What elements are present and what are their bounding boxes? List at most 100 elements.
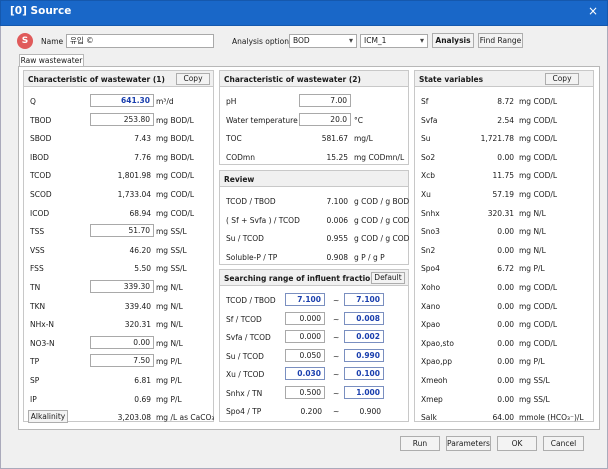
unit-label: mg SS/L [519,376,550,385]
model-value: ICM_1 [364,36,387,45]
value-input[interactable]: 51.70 [90,224,154,238]
row-label: SCOD [30,190,52,199]
value-input[interactable]: 253.80 [90,112,154,126]
unit-label: mg BOD/L [156,152,194,162]
range-max-input[interactable]: 0.008 [344,311,384,325]
characteristic-2-group: Characteristic of wastewater (2) pH 7.00 W… [219,70,409,165]
find-range-button[interactable]: Find Range [478,33,523,48]
range-min-input[interactable]: 0.030 [285,367,325,380]
row-label: Xpao,sto [421,338,454,348]
unit-label: mg SS/L [156,264,187,274]
value-input[interactable]: 641.30 [90,94,154,107]
value-input[interactable]: 20.0 [299,112,351,126]
row-label: Xmep [421,394,443,404]
value-text: 2.54 [497,115,514,125]
unit-label: mg COD/L [156,208,195,218]
value-input[interactable]: 339.30 [90,280,154,293]
unit-label: mg N/L [519,208,546,218]
value-text: 7.76 [134,152,151,162]
row-label: IBOD [30,152,49,162]
row-label: Snhx [421,208,440,218]
row-label: FSS [30,264,44,274]
unit-label: mg N/L [519,227,546,237]
range-max-input[interactable]: 0.100 [344,367,384,380]
row-label: CODmn [226,152,255,162]
unit-label: mg COD/L [156,190,195,199]
analysis-button[interactable]: Analysis [432,33,474,48]
unit-label: mg COD/L [156,171,195,181]
range-min-input[interactable]: 0.000 [285,330,325,343]
row-label: ( Sf + Svfa ) / TCOD [226,215,300,225]
unit-label: mg COD/L [519,190,558,199]
row-label: TP [30,357,40,367]
row-label: Sf [421,97,429,106]
unit-label: mg COD/L [519,338,558,348]
value-text: 0.00 [497,245,514,255]
range-max-input[interactable]: 0.002 [344,330,384,343]
row-label: Svfa [421,115,438,125]
row-label: pH [226,97,237,106]
value-text: 0.00 [497,301,514,311]
unit-label: mg COD/L [519,301,558,311]
tilde-label: ~ [333,407,340,416]
row-label: Su / TCOD [226,351,264,361]
parameters-button[interactable]: Parameters [446,436,491,451]
unit-label: mg P/L [156,376,182,385]
copy-button[interactable]: Copy [176,73,210,85]
name-field[interactable]: 유입 © [66,34,214,48]
value-text: 0.00 [497,394,514,404]
row-label: TSS [30,227,45,237]
range-max-input[interactable]: 7.100 [344,293,384,306]
value-text: 0.955 [326,234,348,243]
cancel-button[interactable]: Cancel [543,436,584,451]
value-text: 64.00 [492,413,514,423]
tilde-label: ~ [333,370,340,379]
value-text: 320.31 [124,320,151,330]
value-text: 7.100 [326,197,348,206]
model-select[interactable]: ICM_1 ▾ [360,34,428,48]
ok-button[interactable]: OK [497,436,537,451]
value-text: 5.50 [134,264,151,274]
copy-button[interactable]: Copy [545,73,579,85]
row-label: TCOD / TBOD [226,197,276,206]
value-input[interactable]: 0.00 [90,335,154,349]
row-label: NO3-N [30,338,55,348]
range-min-input[interactable]: 7.100 [285,293,325,306]
value-text: 6.81 [134,376,151,385]
range-min-input[interactable]: 0.000 [285,311,325,325]
value-text: 1,801.98 [117,171,151,181]
unit-label: mg BOD/L [156,134,194,144]
value-input[interactable]: 7.50 [90,354,154,368]
range-max-input[interactable]: 1.000 [344,385,384,399]
value-input[interactable]: 7.00 [299,94,351,107]
row-label: Xpao,pp [421,357,452,367]
analysis-option-label: Analysis option [232,37,290,46]
search-range-group: Searching range of influent fraction Def… [219,269,409,422]
alkalinity-button[interactable]: Alkalinity [28,410,68,424]
unit-label: °C [354,115,363,125]
value-text: 320.31 [487,208,514,218]
range-min-input[interactable]: 0.050 [285,348,325,362]
default-button[interactable]: Default [371,272,405,284]
unit-label: g P / g P [354,252,385,262]
row-label: Svfa / TCOD [226,333,271,342]
unit-label: mg /L as CaCO₃ [156,413,215,423]
row-label: ICOD [30,208,50,218]
analysis-option-value: BOD [293,36,310,45]
tilde-label: ~ [333,388,340,398]
group-title: Characteristic of wastewater (1) [28,75,165,84]
range-max-input[interactable]: 0.990 [344,348,384,362]
close-icon[interactable]: × [586,4,600,18]
unit-label: mg COD/L [519,97,558,106]
unit-label: mg P/L [156,357,182,367]
chevron-down-icon: ▾ [419,36,424,45]
review-group: Review TCOD / TBOD 7.100 g COD / g BOD ( Sf… [219,170,409,265]
row-label: Spo4 / TP [226,407,262,416]
run-button[interactable]: Run [400,436,440,451]
range-min-input[interactable]: 0.500 [285,385,325,399]
row-label: Xmeoh [421,376,448,385]
row-label: Sf / TCOD [226,314,262,324]
value-text: 0.00 [497,227,514,237]
analysis-option-select[interactable]: BOD ▾ [289,34,357,48]
row-label: Xano [421,301,441,311]
